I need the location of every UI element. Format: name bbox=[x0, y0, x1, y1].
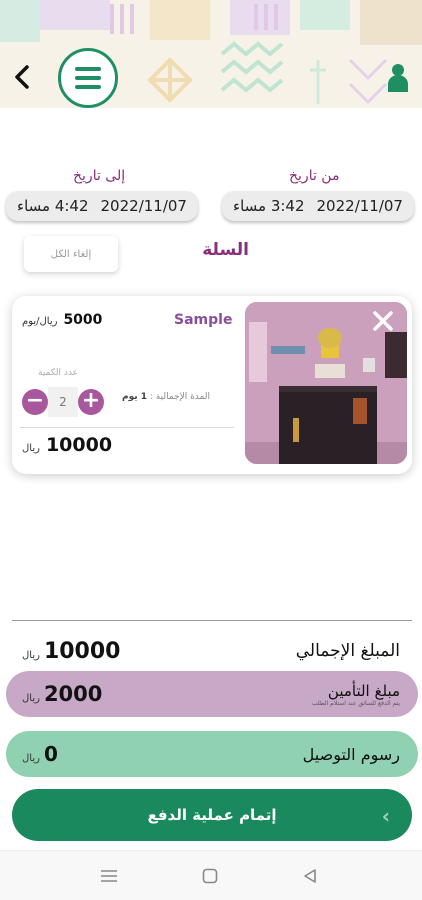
cart-screen: من تاريخ إلى تاريخ 3:42 مساء 2022/11/07 … bbox=[0, 0, 422, 900]
system-nav-bar bbox=[0, 850, 422, 900]
insurance-label: مبلغ التأمين bbox=[327, 681, 400, 700]
checkout-label: إتمام عملية الدفع bbox=[147, 806, 277, 824]
recent-apps-icon[interactable] bbox=[100, 868, 118, 884]
delivery-row: ريال 0 رسوم التوصيل bbox=[6, 731, 418, 777]
qty-plus-button[interactable]: + bbox=[78, 389, 104, 415]
delivery-unit: ريال bbox=[22, 753, 40, 764]
qty-minus-button[interactable]: − bbox=[22, 389, 48, 415]
to-time: 4:42 مساء bbox=[17, 197, 89, 215]
chevron-right-icon: › bbox=[381, 804, 390, 828]
chevron-left-icon bbox=[15, 65, 29, 89]
item-total-value: 10000 bbox=[45, 434, 113, 456]
remove-item-button[interactable] bbox=[372, 310, 394, 332]
back-button[interactable] bbox=[8, 60, 36, 94]
from-time: 3:42 مساء bbox=[233, 197, 305, 215]
qty-label: عدد الكمية bbox=[38, 368, 78, 378]
insurance-row: ريال 2000 مبلغ التأمين يتم الدفع للسائق … bbox=[6, 671, 418, 717]
total-amount-row: ريال 10000 المبلغ الإجمالي bbox=[6, 628, 418, 674]
clear-all-button[interactable]: إلغاء الكل bbox=[24, 236, 118, 272]
home-icon[interactable] bbox=[202, 868, 218, 884]
from-date-label: من تاريخ bbox=[289, 168, 340, 184]
item-total: ريال 10000 bbox=[22, 434, 112, 456]
total-unit: ريال bbox=[22, 649, 40, 661]
price-value: 5000 bbox=[63, 312, 103, 328]
insurance-note: يتم الدفع للسائق عند استلام الطلب bbox=[311, 699, 400, 707]
to-date-picker[interactable]: 4:42 مساء 2022/11/07 bbox=[6, 191, 198, 221]
delivery-label: رسوم التوصيل bbox=[302, 744, 400, 764]
duration-value: 1 يوم bbox=[122, 392, 148, 402]
price-unit: ريال/يوم bbox=[22, 316, 58, 327]
back-nav-icon[interactable] bbox=[302, 868, 318, 884]
delivery-value: 0 bbox=[43, 742, 58, 766]
to-date: 2022/11/07 bbox=[100, 197, 187, 215]
quantity-stepper: − 2 + bbox=[22, 387, 104, 417]
profile-button[interactable] bbox=[386, 62, 410, 94]
insurance-unit: ريال bbox=[22, 693, 40, 704]
qty-value[interactable]: 2 bbox=[48, 387, 78, 417]
insurance-value: 2000 bbox=[43, 682, 103, 706]
person-icon bbox=[388, 64, 408, 92]
duration-label: المدة الإجمالية : bbox=[149, 392, 210, 402]
item-total-unit: ريال bbox=[22, 443, 40, 454]
basket-title: السلة bbox=[202, 240, 249, 260]
item-price: ريال/يوم 5000 bbox=[22, 312, 102, 328]
total-value: 10000 bbox=[43, 638, 121, 664]
menu-button[interactable] bbox=[58, 48, 118, 108]
to-date-label: إلى تاريخ bbox=[73, 168, 126, 184]
close-icon bbox=[373, 311, 393, 331]
cart-item-card: Sample ريال/يوم 5000 عدد الكمية − 2 + ال… bbox=[12, 296, 412, 474]
checkout-button[interactable]: إتمام عملية الدفع › bbox=[12, 789, 412, 841]
divider bbox=[20, 427, 234, 428]
from-date-picker[interactable]: 3:42 مساء 2022/11/07 bbox=[222, 191, 414, 221]
item-name: Sample bbox=[174, 312, 233, 328]
hamburger-icon bbox=[75, 67, 101, 71]
divider bbox=[12, 620, 412, 621]
total-label: المبلغ الإجمالي bbox=[295, 641, 400, 661]
from-date: 2022/11/07 bbox=[316, 197, 403, 215]
total-duration: المدة الإجمالية : 1 يوم bbox=[122, 392, 210, 402]
